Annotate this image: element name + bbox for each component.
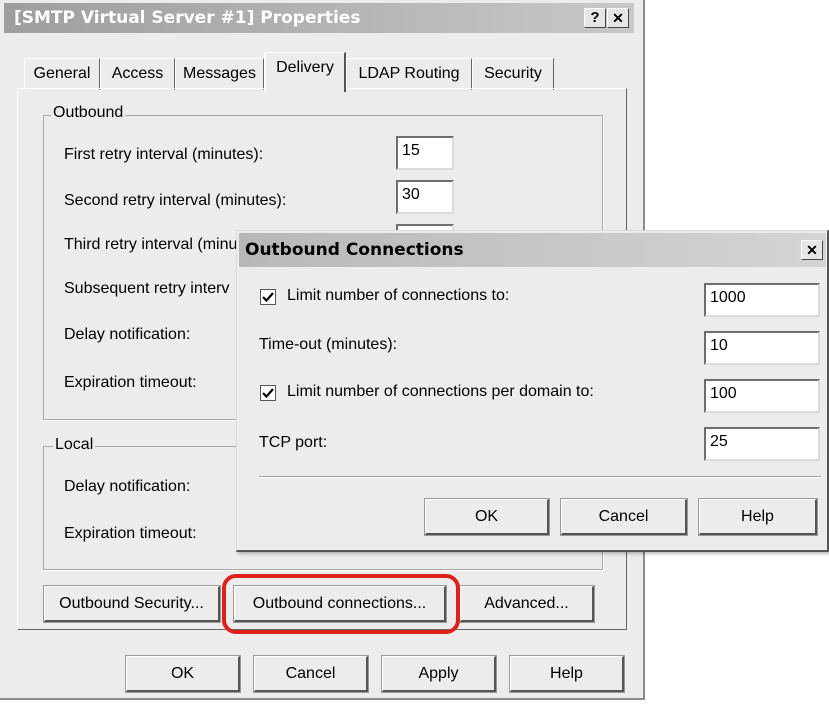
limit-per-domain-label: Limit number of connections per domain t…: [287, 383, 594, 400]
second-retry-input[interactable]: 30: [396, 180, 454, 214]
outbound-delay-notification-label: Delay notification:: [64, 326, 191, 343]
apply-button[interactable]: Apply: [381, 655, 497, 693]
local-delay-notification-label: Delay notification:: [64, 478, 191, 495]
local-expiration-timeout-label: Expiration timeout:: [64, 525, 197, 542]
dialog-ok-button[interactable]: OK: [424, 498, 550, 536]
dialog-help-button[interactable]: Help: [698, 498, 818, 536]
dialog-cancel-button[interactable]: Cancel: [560, 498, 688, 536]
tcp-port-label: TCP port:: [259, 434, 328, 451]
highlight-circle: [222, 574, 460, 634]
tab-delivery[interactable]: Delivery: [264, 52, 346, 92]
outbound-connections-dialog: Outbound Connections ✕ Limit number of c…: [236, 230, 829, 552]
limit-per-domain-checkbox[interactable]: [260, 385, 276, 401]
local-group-title: Local: [53, 436, 96, 454]
second-retry-label: Second retry interval (minutes):: [64, 192, 287, 209]
timeout-label: Time-out (minutes):: [259, 336, 398, 353]
first-retry-input[interactable]: 15: [396, 136, 454, 170]
close-icon[interactable]: ✕: [801, 240, 823, 260]
limit-per-domain-input[interactable]: 100: [704, 379, 820, 413]
limit-connections-checkbox[interactable]: [260, 289, 276, 305]
window-title: [SMTP Virtual Server #1] Properties: [14, 8, 361, 28]
tab-ldap-routing[interactable]: LDAP Routing: [346, 58, 472, 90]
dialog-title-bar[interactable]: Outbound Connections ✕: [239, 233, 826, 267]
limit-connections-input[interactable]: 1000: [704, 283, 820, 317]
outbound-security-button[interactable]: Outbound Security...: [43, 585, 221, 623]
tab-messages[interactable]: Messages: [175, 58, 264, 90]
help-button[interactable]: Help: [509, 655, 625, 693]
dialog-title: Outbound Connections: [245, 240, 464, 260]
checkmark-icon: [262, 388, 274, 399]
help-icon[interactable]: ?: [584, 8, 606, 28]
outbound-expiration-timeout-label: Expiration timeout:: [64, 374, 197, 391]
tab-general[interactable]: General: [24, 58, 100, 90]
title-bar[interactable]: [SMTP Virtual Server #1] Properties ? ✕: [4, 3, 634, 33]
third-retry-label: Third retry interval (minu: [64, 236, 238, 253]
separator: [259, 476, 821, 478]
first-retry-label: First retry interval (minutes):: [64, 146, 264, 163]
cancel-button[interactable]: Cancel: [253, 655, 369, 693]
tab-access[interactable]: Access: [100, 58, 175, 90]
limit-connections-label: Limit number of connections to:: [287, 287, 510, 304]
ok-button[interactable]: OK: [125, 655, 241, 693]
tcp-port-input[interactable]: 25: [704, 427, 820, 461]
close-icon[interactable]: ✕: [607, 8, 629, 28]
checkmark-icon: [262, 292, 274, 303]
advanced-button[interactable]: Advanced...: [459, 585, 595, 623]
outbound-group-title: Outbound: [51, 104, 126, 122]
subsequent-retry-label: Subsequent retry interv: [64, 280, 230, 297]
tab-security[interactable]: Security: [472, 58, 554, 90]
timeout-input[interactable]: 10: [704, 331, 820, 365]
